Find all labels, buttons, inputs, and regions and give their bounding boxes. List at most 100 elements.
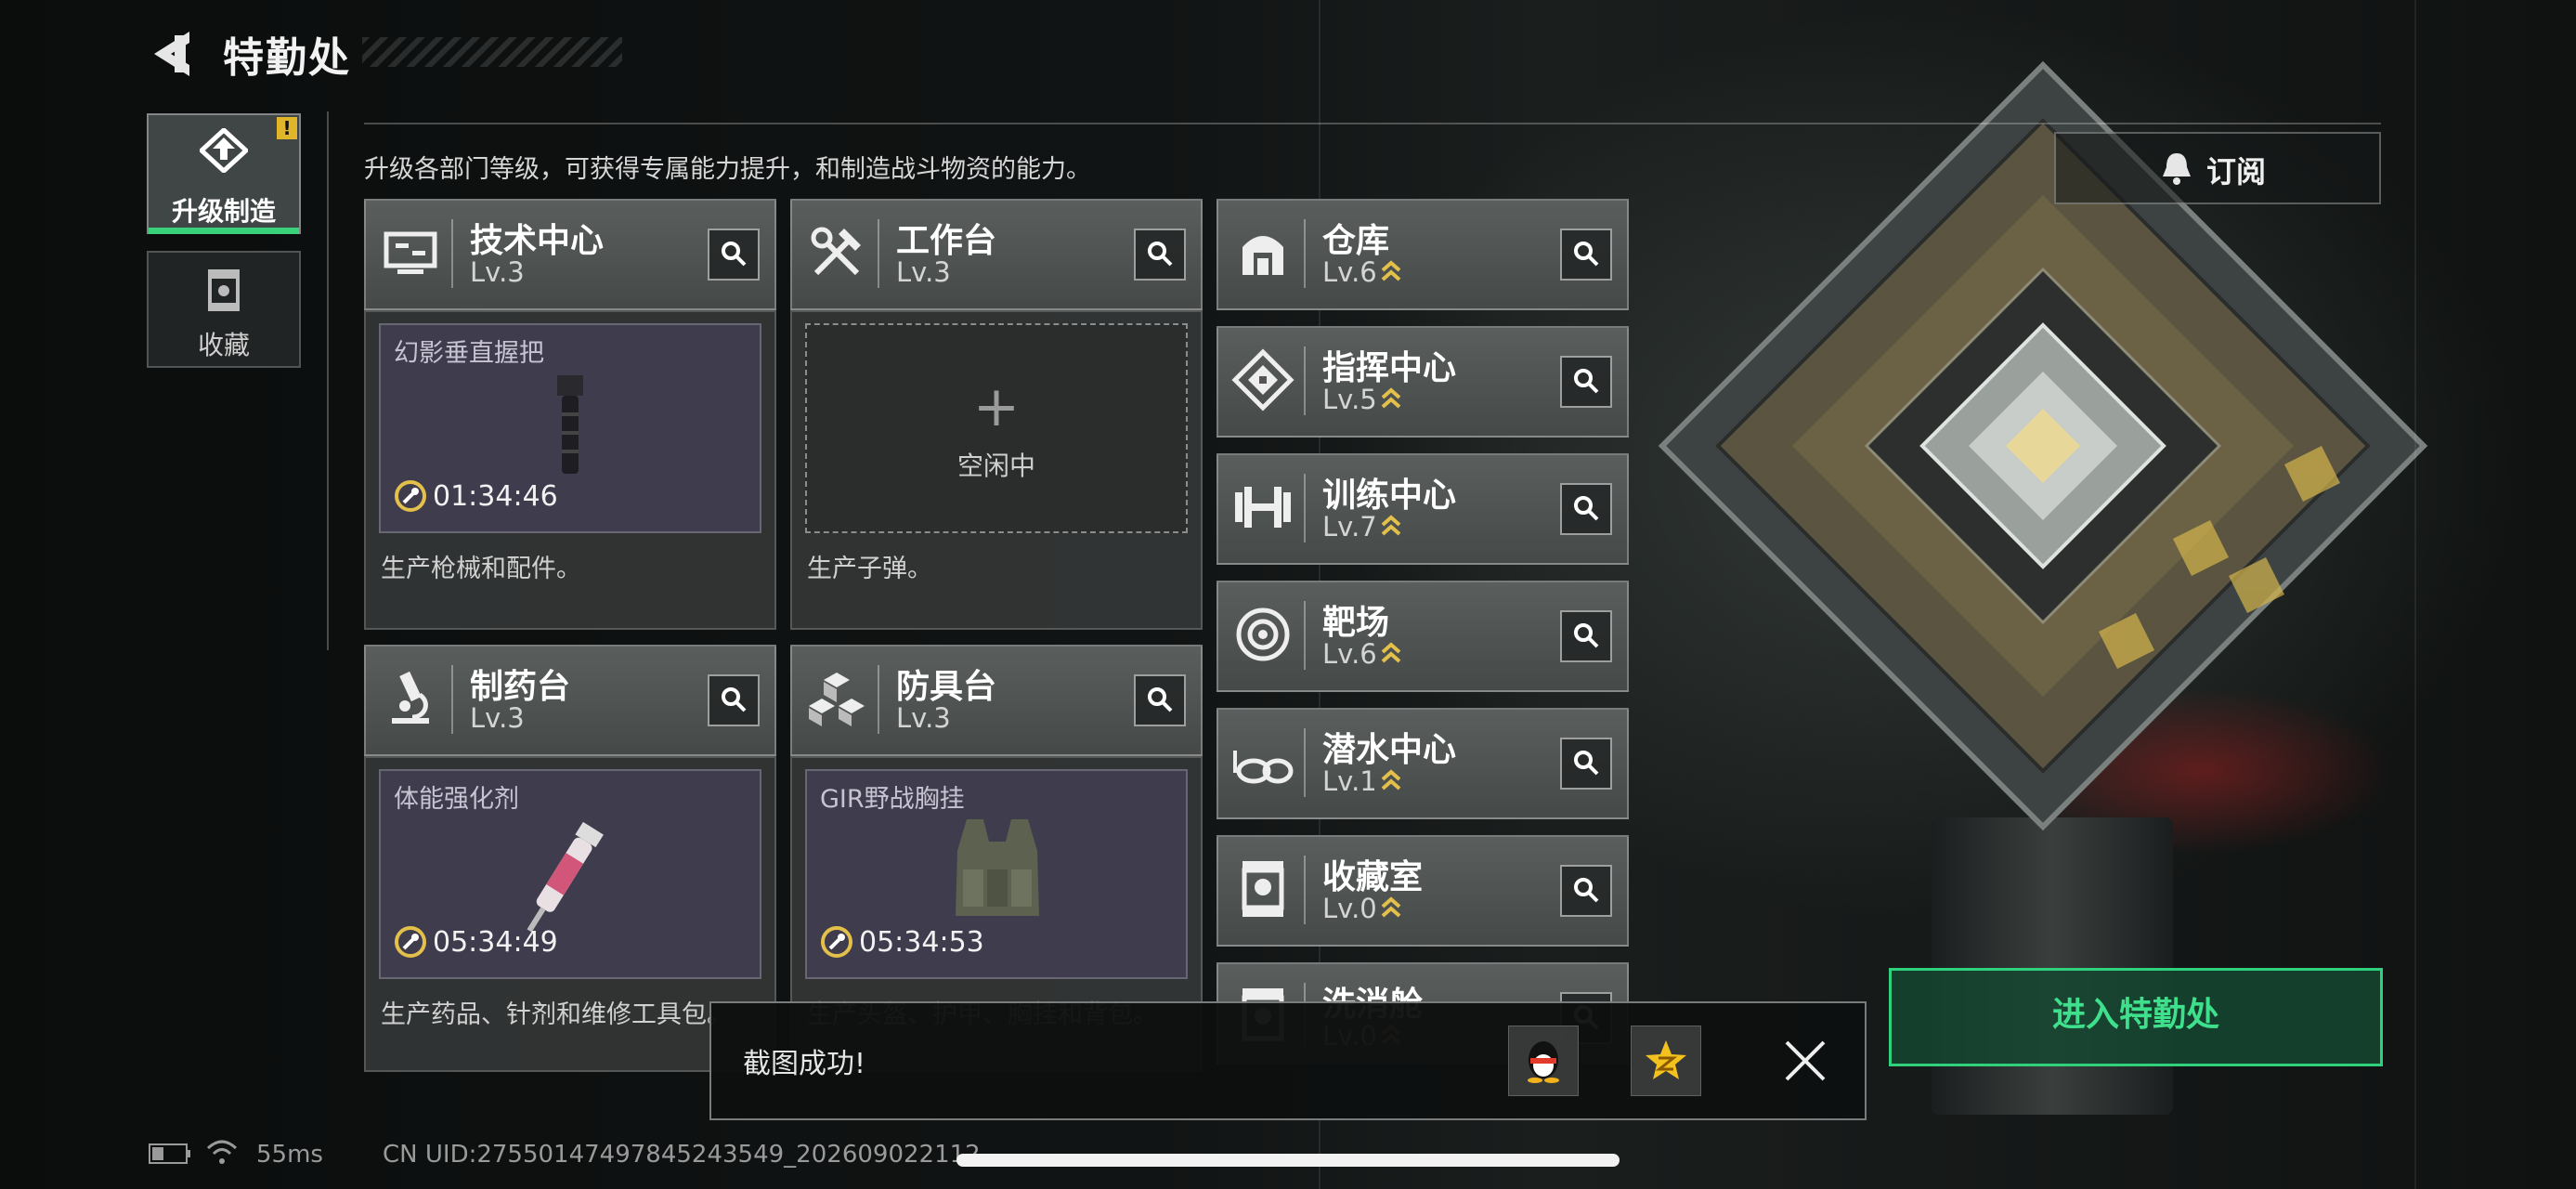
alert-badge: ! (277, 117, 297, 139)
level-text: Lv.7 (1322, 511, 1377, 542)
department-name: 潜水中心 (1322, 731, 1457, 769)
microscope-icon (392, 671, 429, 724)
qq-penguin-icon (1528, 1041, 1559, 1083)
department-level: Lv.7 (1322, 511, 1401, 542)
level-text: Lv.6 (1322, 256, 1377, 288)
department-card[interactable]: 靶场 Lv.6 (1216, 581, 1629, 692)
workstation-level: Lv.3 (470, 256, 525, 288)
level-text: Lv.1 (1322, 765, 1377, 797)
production-panel: 幻影垂直握把 01:34:46 生产枪械和配件。 (364, 310, 776, 630)
workstation-level: Lv.3 (470, 702, 525, 734)
cubes-icon (809, 673, 865, 726)
search-icon (722, 687, 747, 712)
divider (364, 123, 2381, 124)
tools-icon (811, 227, 861, 276)
workstation-pharmacy[interactable]: 制药台 Lv.3 (364, 645, 776, 756)
wifi-icon (206, 1140, 238, 1164)
production-slot[interactable]: 体能强化剂 05:34:49 (379, 769, 761, 979)
production-timer: 05:34:49 (394, 925, 558, 959)
search-button[interactable] (1134, 229, 1186, 281)
ping-readout: 55ms (256, 1141, 323, 1169)
wrench-timer-icon (395, 926, 426, 958)
qzone-star-icon (1646, 1040, 1686, 1079)
department-name: 靶场 (1322, 604, 1390, 642)
dumbbell-icon (1235, 487, 1291, 528)
item-name: 幻影垂直握把 (394, 339, 544, 368)
background-divider (2414, 0, 2416, 1189)
department-level: Lv.1 (1322, 765, 1401, 797)
workstation-description: 生产枪械和配件。 (381, 555, 581, 583)
search-icon (1574, 623, 1599, 648)
grip-item-image (557, 375, 583, 474)
home-indicator[interactable] (956, 1154, 1620, 1167)
production-slot[interactable]: 幻影垂直握把 01:34:46 (379, 323, 761, 533)
divider (1304, 346, 1306, 415)
uid-readout: CN UID:27550147497845243549_202609022112 (383, 1141, 981, 1169)
subscribe-label: 订阅 (2206, 154, 2267, 189)
department-card[interactable]: 指挥中心 Lv.5 (1216, 326, 1629, 438)
department-card[interactable]: 收藏室 Lv.0 (1216, 835, 1629, 947)
tab-upgrade-craft[interactable]: ! 升级制造 (147, 113, 301, 234)
level-text: Lv.5 (1322, 384, 1377, 415)
workstation-tech-center[interactable]: 技术中心 Lv.3 (364, 199, 776, 310)
workstation-workbench[interactable]: 工作台 Lv.3 (790, 199, 1203, 310)
search-icon (1574, 242, 1599, 267)
department-name: 仓库 (1322, 222, 1390, 260)
subscribe-button[interactable]: 订阅 (2054, 132, 2381, 204)
search-button[interactable] (1560, 610, 1612, 662)
toast-message: 截图成功! (743, 1048, 866, 1080)
department-card[interactable]: 仓库 Lv.6 (1216, 199, 1629, 310)
divider (1304, 856, 1306, 924)
department-level: Lv.5 (1322, 384, 1401, 415)
workstation-level: Lv.3 (896, 256, 951, 288)
search-icon (1574, 751, 1599, 776)
department-level: Lv.6 (1322, 256, 1401, 288)
divider (451, 219, 453, 288)
share-qzone-button[interactable] (1631, 1026, 1701, 1096)
item-name: GIR野战胸挂 (820, 785, 965, 814)
background-pillar (1932, 817, 2173, 1115)
department-card[interactable]: 训练中心 Lv.7 (1216, 453, 1629, 565)
close-icon[interactable] (1781, 1037, 1829, 1085)
goggles-icon (1233, 751, 1294, 784)
workstation-description: 生产子弹。 (807, 555, 932, 583)
battery-icon (149, 1143, 190, 1164)
enter-special-ops-button[interactable]: 进入特勤处 (1889, 968, 2383, 1066)
warehouse-icon (1242, 236, 1283, 275)
search-button[interactable] (1560, 356, 1612, 408)
upgrade-chevron-icon (1381, 387, 1401, 409)
screenshot-toast: 截图成功! (709, 1001, 1867, 1120)
workstation-name: 制药台 (470, 668, 571, 706)
active-tab-indicator (149, 228, 299, 234)
target-icon (1236, 608, 1290, 661)
production-timer: 01:34:46 (394, 479, 558, 513)
timer-value: 01:34:46 (433, 480, 558, 513)
production-panel: + 空闲中 生产子弹。 (790, 310, 1203, 630)
back-arrow-icon[interactable] (149, 28, 195, 80)
timer-value: 05:34:53 (859, 926, 984, 959)
workstation-armor[interactable]: 防具台 Lv.3 (790, 645, 1203, 756)
search-button[interactable] (1134, 674, 1186, 726)
department-name: 指挥中心 (1322, 349, 1457, 387)
search-button[interactable] (1560, 865, 1612, 917)
workstation-level: Lv.3 (896, 702, 951, 734)
wrench-timer-icon (395, 480, 426, 512)
search-button[interactable] (708, 229, 760, 281)
department-name: 训练中心 (1322, 477, 1457, 515)
divider (1304, 474, 1306, 542)
search-button[interactable] (1560, 738, 1612, 790)
divider (327, 111, 329, 650)
search-button[interactable] (1560, 483, 1612, 535)
department-card[interactable]: 潜水中心 Lv.1 (1216, 708, 1629, 819)
title-decoration (362, 37, 622, 67)
trophy-case-icon (1242, 861, 1284, 917)
search-button[interactable] (1560, 229, 1612, 281)
collection-case-icon (208, 269, 240, 311)
empty-production-slot[interactable]: + 空闲中 (805, 323, 1188, 533)
production-slot[interactable]: GIR野战胸挂 05:34:53 (805, 769, 1188, 979)
tab-collection[interactable]: 收藏 (147, 251, 301, 368)
search-icon (1148, 687, 1173, 712)
divider (878, 665, 879, 734)
search-button[interactable] (708, 674, 760, 726)
share-qq-button[interactable] (1508, 1026, 1579, 1096)
